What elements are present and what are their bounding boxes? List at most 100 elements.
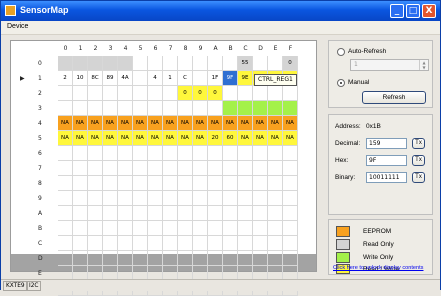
register-cell[interactable] — [103, 221, 118, 236]
register-cell[interactable] — [88, 56, 103, 71]
register-cell[interactable] — [238, 161, 253, 176]
register-cell[interactable] — [103, 206, 118, 221]
register-cell[interactable] — [268, 176, 283, 191]
decimal-tx-button[interactable]: Tx — [412, 138, 425, 149]
register-cell[interactable]: NA — [253, 116, 268, 131]
menu-device[interactable]: Device — [7, 23, 28, 30]
register-cell[interactable] — [58, 176, 73, 191]
register-cell[interactable] — [103, 191, 118, 206]
register-cell[interactable] — [118, 101, 133, 116]
register-cell[interactable] — [73, 206, 88, 221]
register-cell[interactable] — [73, 146, 88, 161]
register-cell[interactable] — [238, 236, 253, 251]
row-header[interactable]: 0 — [11, 56, 58, 71]
register-cell[interactable] — [133, 206, 148, 221]
register-cell[interactable] — [253, 161, 268, 176]
manual-radio[interactable] — [337, 79, 345, 87]
register-cell[interactable] — [253, 236, 268, 251]
register-cell[interactable] — [73, 236, 88, 251]
register-cell[interactable] — [223, 86, 238, 101]
register-cell[interactable]: 20 — [208, 131, 223, 146]
register-cell[interactable] — [58, 161, 73, 176]
row-header[interactable]: 9 — [11, 191, 58, 206]
register-cell[interactable] — [103, 176, 118, 191]
register-cell[interactable] — [73, 176, 88, 191]
register-cell[interactable] — [148, 236, 163, 251]
register-cell[interactable] — [238, 191, 253, 206]
register-cell[interactable] — [148, 161, 163, 176]
register-cell[interactable] — [238, 176, 253, 191]
register-cell[interactable] — [283, 236, 298, 251]
close-button[interactable]: X — [422, 4, 436, 18]
register-cell[interactable] — [118, 161, 133, 176]
register-cell[interactable] — [178, 221, 193, 236]
maximize-button[interactable]: □ — [406, 4, 420, 18]
register-cell[interactable] — [238, 251, 253, 266]
register-cell[interactable] — [58, 146, 73, 161]
register-cell[interactable] — [88, 251, 103, 266]
row-header[interactable]: 5 — [11, 131, 58, 146]
register-cell[interactable]: NA — [283, 131, 298, 146]
register-cell[interactable]: NA — [208, 116, 223, 131]
register-cell[interactable] — [88, 101, 103, 116]
register-cell[interactable] — [118, 236, 133, 251]
register-cell[interactable]: NA — [238, 116, 253, 131]
register-cell[interactable]: NA — [253, 131, 268, 146]
row-header[interactable]: B — [11, 221, 58, 236]
register-cell[interactable] — [73, 251, 88, 266]
register-cell[interactable] — [193, 146, 208, 161]
register-cell[interactable] — [148, 176, 163, 191]
register-cell[interactable] — [178, 236, 193, 251]
register-cell[interactable] — [148, 206, 163, 221]
register-cell[interactable] — [223, 161, 238, 176]
register-cell[interactable] — [133, 101, 148, 116]
register-cell[interactable] — [73, 86, 88, 101]
register-cell[interactable]: NA — [193, 116, 208, 131]
register-cell[interactable] — [223, 56, 238, 71]
register-cell[interactable] — [253, 221, 268, 236]
register-cell[interactable] — [193, 251, 208, 266]
register-cell[interactable]: NA — [163, 131, 178, 146]
register-cell[interactable] — [148, 251, 163, 266]
register-cell[interactable] — [148, 101, 163, 116]
register-cell[interactable]: 0 — [283, 56, 298, 71]
register-cell[interactable] — [268, 146, 283, 161]
register-cell[interactable] — [58, 101, 73, 116]
register-cell[interactable] — [223, 221, 238, 236]
register-cell[interactable] — [163, 176, 178, 191]
register-cell[interactable] — [253, 101, 268, 116]
register-cell[interactable] — [163, 221, 178, 236]
register-cell[interactable] — [253, 206, 268, 221]
register-cell[interactable] — [73, 56, 88, 71]
register-cell[interactable] — [268, 191, 283, 206]
register-cell[interactable] — [268, 221, 283, 236]
register-cell[interactable] — [163, 101, 178, 116]
register-cell[interactable] — [208, 176, 223, 191]
register-cell[interactable] — [133, 191, 148, 206]
register-cell[interactable] — [208, 236, 223, 251]
register-cell[interactable] — [178, 251, 193, 266]
register-cell[interactable]: 0 — [208, 86, 223, 101]
register-cell[interactable]: NA — [178, 131, 193, 146]
register-cell[interactable] — [223, 176, 238, 191]
row-header[interactable]: ▶ 1 — [11, 71, 58, 86]
register-cell[interactable]: NA — [118, 131, 133, 146]
hex-tx-button[interactable]: Tx — [412, 155, 425, 166]
register-cell[interactable]: NA — [148, 116, 163, 131]
register-cell[interactable] — [283, 206, 298, 221]
register-cell[interactable] — [58, 251, 73, 266]
register-cell[interactable]: NA — [118, 116, 133, 131]
register-cell[interactable] — [178, 206, 193, 221]
register-cell[interactable] — [208, 101, 223, 116]
register-cell[interactable] — [178, 191, 193, 206]
unlock-display-link[interactable]: Click here to unlock display contents — [333, 265, 423, 271]
register-cell[interactable] — [133, 176, 148, 191]
register-cell[interactable] — [283, 146, 298, 161]
register-cell[interactable] — [148, 191, 163, 206]
register-cell[interactable] — [238, 86, 253, 101]
register-cell[interactable]: NA — [223, 116, 238, 131]
hex-field[interactable]: 9F — [366, 155, 407, 166]
register-cell[interactable] — [283, 176, 298, 191]
register-cell[interactable] — [148, 221, 163, 236]
register-cell[interactable]: C — [178, 71, 193, 86]
